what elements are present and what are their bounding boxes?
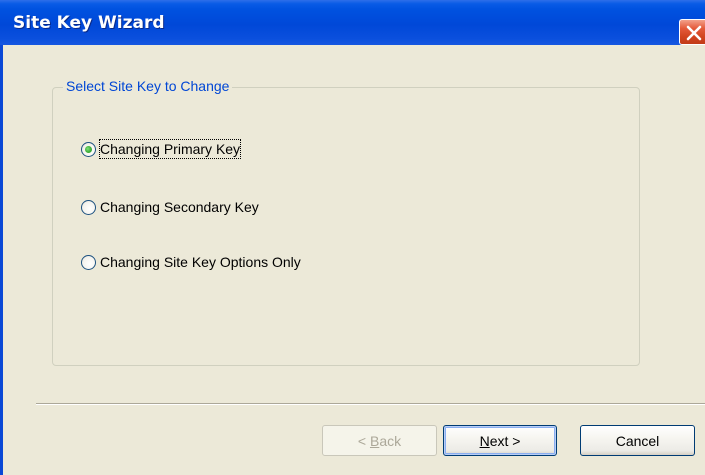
window-title: Site Key Wizard — [13, 13, 165, 33]
cancel-button[interactable]: Cancel — [580, 425, 695, 456]
primary-key-radio[interactable] — [81, 141, 96, 157]
site-key-options-label[interactable]: Changing Site Key Options Only — [100, 253, 301, 271]
secondary-key-label[interactable]: Changing Secondary Key — [100, 198, 259, 216]
groupbox-legend: Select Site Key to Change — [63, 77, 233, 95]
next-button-rest: ext > — [489, 432, 521, 449]
option-secondary-key[interactable]: Changing Secondary Key — [81, 197, 259, 217]
next-button-mnemonic: N — [479, 432, 490, 449]
close-x-icon — [686, 25, 702, 41]
back-button-prefix: < — [357, 432, 370, 449]
button-separator — [36, 403, 705, 405]
window-left-border — [0, 45, 3, 475]
next-button[interactable]: Next > — [443, 425, 557, 456]
primary-key-label[interactable]: Changing Primary Key — [98, 139, 242, 159]
option-primary-key[interactable]: Changing Primary Key — [81, 139, 242, 159]
back-button[interactable]: < Back — [322, 425, 437, 456]
option-site-key-options[interactable]: Changing Site Key Options Only — [81, 252, 301, 272]
back-button-mnemonic: B — [369, 432, 380, 449]
secondary-key-radio[interactable] — [81, 199, 96, 215]
title-bar[interactable]: Site Key Wizard — [0, 0, 705, 45]
site-key-groupbox — [52, 87, 640, 366]
site-key-wizard-dialog: Site Key Wizard Select Site Key to Chang… — [0, 0, 705, 475]
back-button-rest: ack — [379, 432, 402, 449]
site-key-options-radio[interactable] — [81, 254, 96, 270]
close-button[interactable] — [679, 19, 705, 45]
